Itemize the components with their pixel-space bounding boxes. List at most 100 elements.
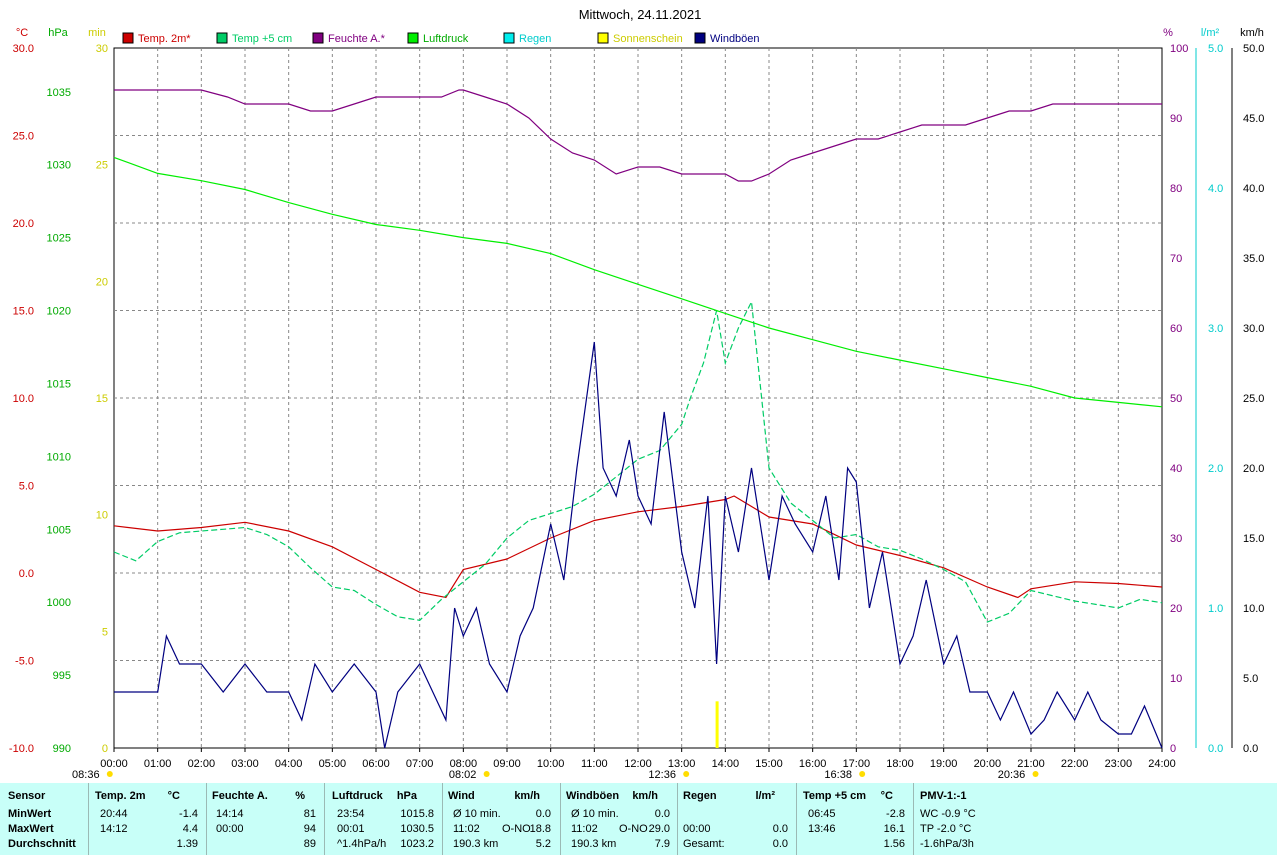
table-cell: -1.6hPa/3h bbox=[920, 838, 974, 850]
table-divider bbox=[324, 783, 325, 855]
x-tick-label: 07:00 bbox=[406, 758, 434, 770]
legend: Temp. 2m* Temp +5 cm Feuchte A.* Luftdruck R… bbox=[122, 32, 760, 45]
table-cell: 89 bbox=[303, 838, 316, 850]
axis-tick-rain: 1.0 bbox=[1208, 603, 1223, 615]
legend-label: Sonnenschein bbox=[613, 33, 683, 45]
axis-tick-wind: 40.0 bbox=[1243, 183, 1264, 195]
axis-unit-temp: °C bbox=[16, 27, 28, 39]
table-cell: 7.9 bbox=[654, 838, 670, 850]
table-cell: 5.2 bbox=[535, 838, 551, 850]
weather-chart: Mittwoch, 24.11.2021 °C 30.0 25.0 20.0 15.0 1… bbox=[0, 0, 1277, 783]
axis-unit-rain: l/m² bbox=[1201, 27, 1220, 39]
axis-tick-temp: -10.0 bbox=[9, 743, 34, 755]
x-tick-label: 05:00 bbox=[319, 758, 347, 770]
axis-tick-temp: 20.0 bbox=[13, 218, 34, 230]
axis-tick-sunshine: 15 bbox=[96, 393, 108, 405]
axis-tick-wind: 30.0 bbox=[1243, 323, 1264, 335]
x-tick-label: 10:00 bbox=[537, 758, 565, 770]
axis-tick-sunshine: 25 bbox=[96, 160, 108, 172]
table-row-label: MaxWert bbox=[8, 823, 54, 835]
axis-tick-wind: 5.0 bbox=[1243, 673, 1258, 685]
legend-label: Windböen bbox=[710, 33, 760, 45]
table-cell: -2.8 bbox=[886, 808, 905, 820]
table-cell: -1.4 bbox=[179, 808, 198, 820]
axis-tick-temp: 5.0 bbox=[19, 481, 34, 493]
legend-swatch bbox=[503, 32, 515, 44]
table-header: °C bbox=[167, 790, 180, 802]
axis-tick-rain: 5.0 bbox=[1208, 43, 1223, 55]
axis-tick-temp: 25.0 bbox=[13, 131, 34, 143]
axis-tick-pressure: 1035 bbox=[47, 87, 71, 99]
legend-swatch bbox=[694, 32, 706, 44]
table-divider bbox=[796, 783, 797, 855]
axis-tick-wind: 15.0 bbox=[1243, 533, 1264, 545]
axis-tick-wind: 10.0 bbox=[1243, 603, 1264, 615]
axis-tick-humidity: 20 bbox=[1170, 603, 1182, 615]
table-header: km/h bbox=[514, 790, 540, 802]
table-cell: 16.1 bbox=[883, 823, 905, 835]
table-row-label: Durchschnitt bbox=[8, 838, 76, 850]
sunshine-bar bbox=[715, 701, 719, 748]
x-tick-label: 02:00 bbox=[188, 758, 216, 770]
sun-marker-dot bbox=[1032, 771, 1039, 777]
table-header: l/m² bbox=[755, 790, 775, 802]
table-cell: 1.56 bbox=[883, 838, 905, 850]
x-tick-label: 24:00 bbox=[1148, 758, 1176, 770]
axis-unit-humidity: % bbox=[1163, 27, 1173, 39]
sun-marker-dot bbox=[106, 771, 113, 777]
axis-tick-pressure: 1000 bbox=[47, 597, 71, 609]
axis-tick-humidity: 90 bbox=[1170, 113, 1182, 125]
axis-tick-humidity: 0 bbox=[1170, 743, 1176, 755]
sun-marker-label: 08:02 bbox=[449, 769, 477, 781]
axis-tick-humidity: 50 bbox=[1170, 393, 1182, 405]
x-tick-label: 14:00 bbox=[712, 758, 740, 770]
legend-swatch bbox=[216, 32, 228, 44]
axis-tick-rain: 2.0 bbox=[1208, 463, 1223, 475]
axis-tick-humidity: 30 bbox=[1170, 533, 1182, 545]
x-tick-label: 11:00 bbox=[581, 758, 608, 770]
axis-tick-humidity: 60 bbox=[1170, 323, 1182, 335]
sun-marker-dot bbox=[483, 771, 490, 777]
table-divider bbox=[913, 783, 914, 855]
axis-tick-sunshine: 30 bbox=[96, 43, 108, 55]
sun-marker-label: 20:36 bbox=[998, 769, 1026, 781]
table-divider bbox=[88, 783, 89, 855]
x-tick-label: 09:00 bbox=[493, 758, 521, 770]
axis-tick-pressure: 990 bbox=[53, 743, 71, 755]
sun-marker-label: 16:38 bbox=[824, 769, 852, 781]
axis-tick-pressure: 1025 bbox=[47, 233, 71, 245]
axis-tick-sunshine: 20 bbox=[96, 276, 108, 288]
axis-tick-rain: 3.0 bbox=[1208, 323, 1223, 335]
table-header: km/h bbox=[632, 790, 658, 802]
sun-marker-dot bbox=[683, 771, 690, 777]
axis-tick-sunshine: 5 bbox=[102, 626, 108, 638]
axis-tick-sunshine: 0 bbox=[102, 743, 108, 755]
table-divider bbox=[442, 783, 443, 855]
table-row-label: MinWert bbox=[8, 808, 52, 820]
axis-tick-wind: 25.0 bbox=[1243, 393, 1264, 405]
table-cell: WC -0.9 °C bbox=[920, 808, 976, 820]
axis-tick-humidity: 10 bbox=[1170, 673, 1182, 685]
axis-tick-rain: 0.0 bbox=[1208, 743, 1223, 755]
table-cell: 00:00 bbox=[683, 823, 711, 835]
axis-tick-humidity: 100 bbox=[1170, 43, 1188, 55]
x-tick-label: 16:00 bbox=[799, 758, 827, 770]
x-tick-label: 06:00 bbox=[362, 758, 390, 770]
table-cell: 0.0 bbox=[654, 808, 670, 820]
axis-tick-wind: 0.0 bbox=[1243, 743, 1258, 755]
axis-tick-humidity: 70 bbox=[1170, 253, 1182, 265]
axis-tick-pressure: 995 bbox=[53, 670, 71, 682]
legend-swatch bbox=[597, 32, 609, 44]
x-tick-label: 19:00 bbox=[930, 758, 958, 770]
table-cell: 4.4 bbox=[182, 823, 198, 835]
axis-unit-wind: km/h bbox=[1240, 27, 1264, 39]
table-cell: 0.0 bbox=[772, 823, 788, 835]
axis-tick-pressure: 1005 bbox=[47, 524, 71, 536]
table-cell: 18.8 bbox=[529, 823, 551, 835]
table-header: % bbox=[295, 790, 305, 802]
table-header: hPa bbox=[396, 790, 417, 802]
table-cell: TP -2.0 °C bbox=[920, 823, 972, 835]
legend-label: Luftdruck bbox=[423, 33, 469, 45]
legend-swatch bbox=[407, 32, 419, 44]
table-header: PMV-1:-1 bbox=[920, 790, 967, 802]
